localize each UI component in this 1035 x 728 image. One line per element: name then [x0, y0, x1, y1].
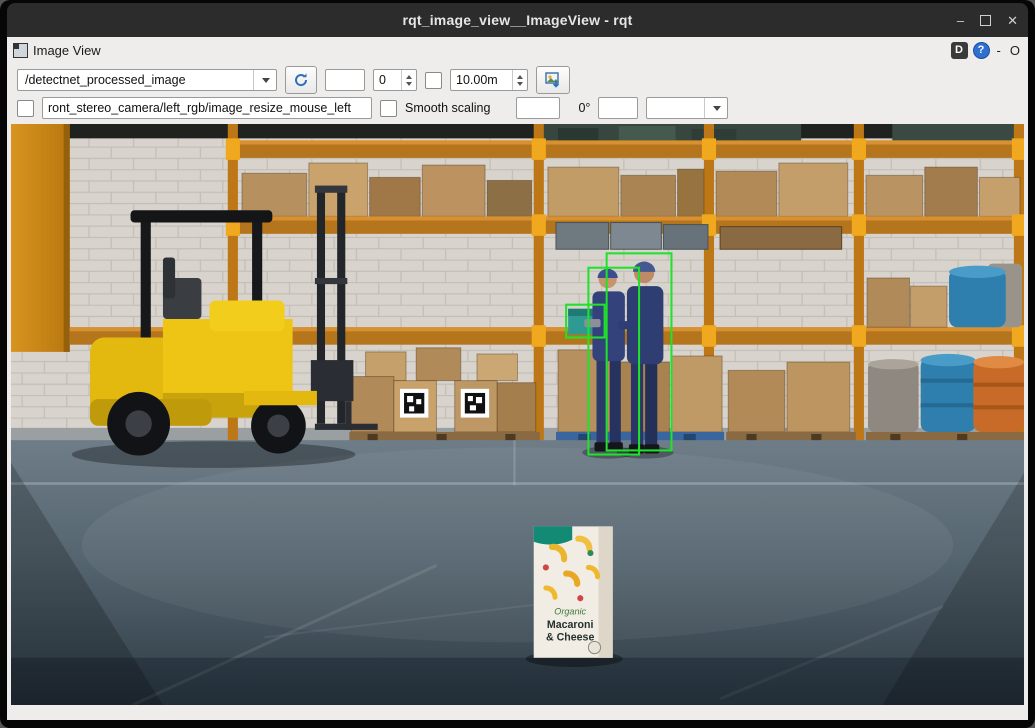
plugin-title: Image View — [33, 43, 101, 58]
max-range-value: 10.00m — [451, 73, 512, 87]
camera-image-view[interactable]: Organic Macaroni & Cheese — [11, 124, 1024, 705]
spin-arrows[interactable] — [512, 70, 527, 90]
number-spinbox-value: 0 — [374, 73, 401, 87]
mouse-topic-field[interactable]: ront_stereo_camera/left_rgb/image_resize… — [42, 97, 372, 119]
product-name-line1: Macaroni — [547, 619, 594, 631]
plugin-minimize-icon[interactable]: - — [995, 43, 1003, 58]
refresh-icon — [292, 71, 310, 89]
warehouse-floor — [11, 440, 1024, 705]
empty-box-1[interactable] — [516, 97, 560, 119]
window-title: rqt_image_view__ImageView - rqt — [7, 12, 1028, 28]
plugin-undock-icon[interactable]: O — [1008, 43, 1022, 58]
help-icon[interactable]: ? — [973, 42, 990, 59]
mouse-publish-checkbox[interactable] — [17, 100, 34, 117]
window-body: Image View D ? - O /detectnet_processed_… — [7, 37, 1028, 720]
topic-dropdown[interactable]: /detectnet_processed_image — [17, 69, 277, 91]
window-frame: rqt_image_view__ImageView - rqt – ✕ Imag… — [0, 0, 1035, 728]
toolbar-row-1: /detectnet_processed_image 0 10.00m — [7, 63, 1028, 97]
empty-box-2[interactable] — [598, 97, 638, 119]
smooth-scaling-label: Smooth scaling — [405, 101, 490, 115]
warehouse-scene: Organic Macaroni & Cheese — [11, 124, 1024, 705]
titlebar[interactable]: rqt_image_view__ImageView - rqt – ✕ — [7, 3, 1028, 37]
dock-badge[interactable]: D — [951, 42, 968, 59]
minimize-icon[interactable]: – — [957, 14, 964, 27]
number-spinbox[interactable]: 0 — [373, 69, 417, 91]
ground-barrels — [868, 354, 1024, 432]
smooth-scaling-checkbox[interactable] — [380, 100, 397, 117]
spin-arrows[interactable] — [401, 70, 416, 90]
status-bar — [7, 705, 1028, 720]
chevron-down-icon — [253, 70, 272, 90]
toolbar-row-2: ront_stereo_camera/left_rgb/image_resize… — [7, 97, 1028, 122]
maximize-icon[interactable] — [980, 15, 991, 26]
topic-dropdown-value: /detectnet_processed_image — [25, 73, 186, 87]
refresh-topics-button[interactable] — [285, 66, 317, 94]
zoom-display-box[interactable] — [325, 69, 365, 91]
save-image-button[interactable] — [536, 66, 570, 94]
close-icon[interactable]: ✕ — [1007, 14, 1018, 27]
chevron-down-icon — [704, 98, 723, 118]
dynamic-range-checkbox[interactable] — [425, 72, 442, 89]
rotation-label: 0° — [578, 101, 590, 115]
image-view-icon — [13, 43, 28, 58]
save-image-icon — [544, 71, 562, 89]
mouse-topic-value: ront_stereo_camera/left_rgb/image_resize… — [48, 101, 351, 115]
product-brand-text: Organic — [554, 607, 586, 617]
plugin-titlebar: Image View D ? - O — [7, 37, 1028, 63]
rotation-dropdown[interactable] — [646, 97, 728, 119]
max-range-spinbox[interactable]: 10.00m — [450, 69, 528, 91]
orange-side-wall — [11, 124, 70, 352]
product-name-line2: & Cheese — [546, 631, 594, 643]
product-box: Organic Macaroni & Cheese — [526, 526, 623, 667]
